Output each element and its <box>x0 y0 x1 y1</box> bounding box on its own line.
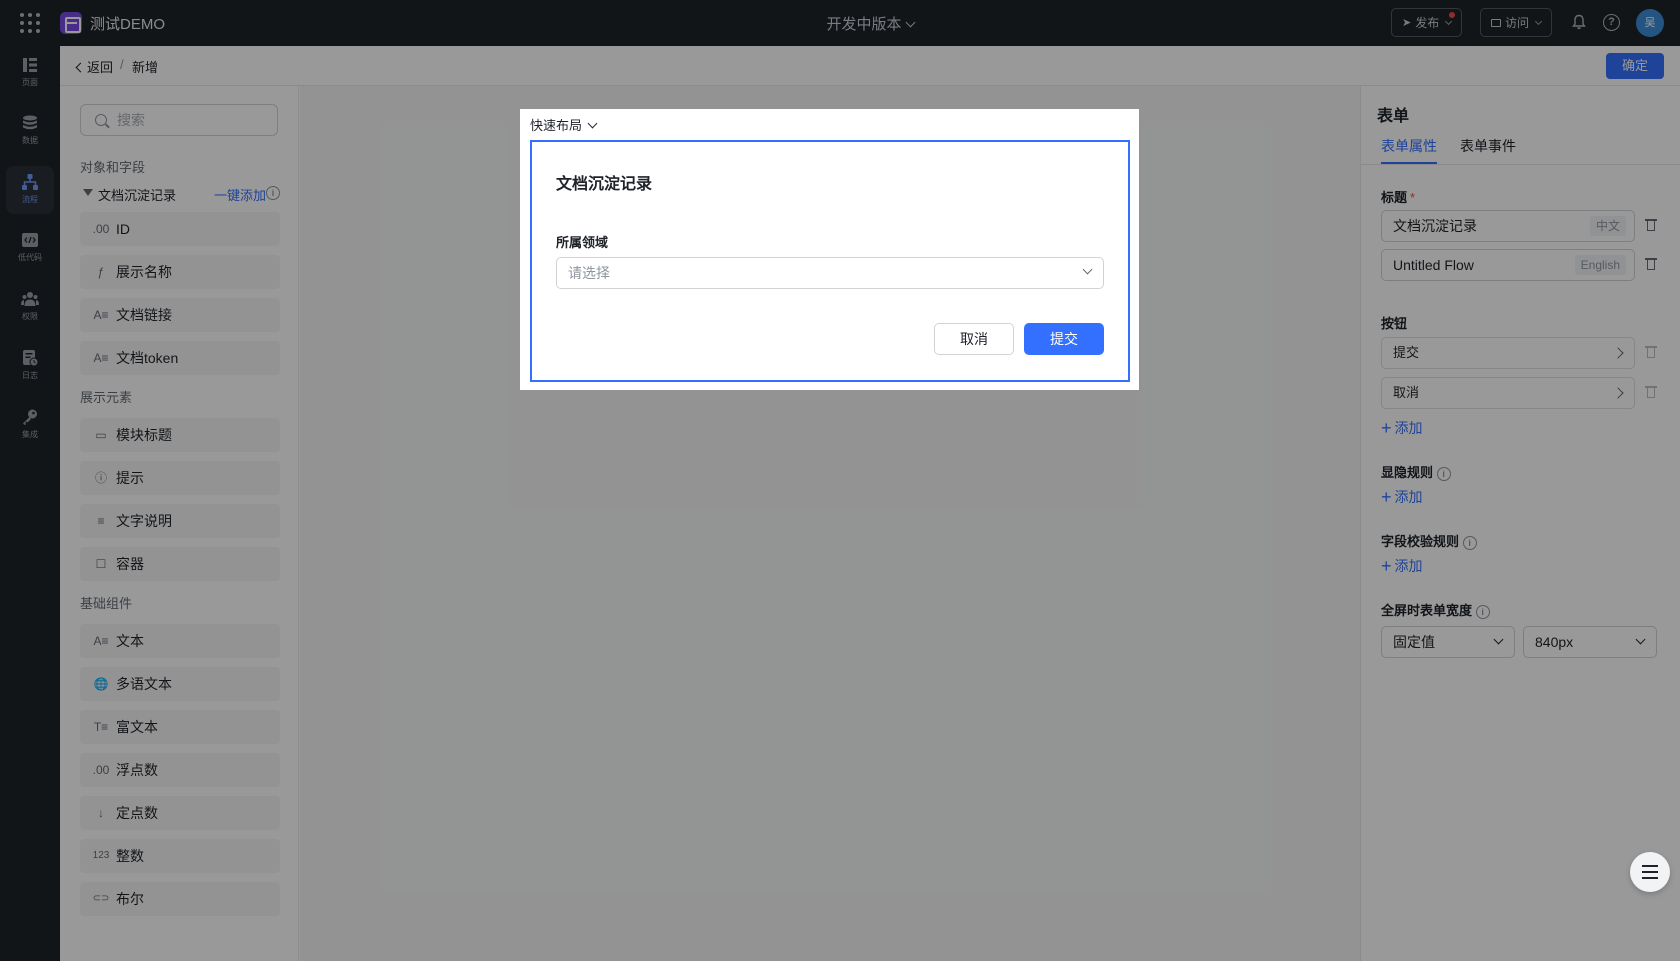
submit-button[interactable]: 提交 <box>1024 323 1104 355</box>
field-label-domain: 所属领域 <box>556 235 609 250</box>
domain-select[interactable]: 请选择 <box>556 257 1104 289</box>
menu-float-button[interactable] <box>1630 852 1670 892</box>
quick-layout-label: 快速布局 <box>530 118 583 133</box>
quick-layout-dialog: 快速布局 文档沉淀记录 所属领域 请选择 取消 提交 <box>520 109 1139 390</box>
quick-layout-dropdown[interactable]: 快速布局 <box>530 115 598 134</box>
form-preview: 文档沉淀记录 所属领域 请选择 取消 提交 <box>530 140 1130 382</box>
chevron-down-icon <box>1082 264 1093 275</box>
domain-select-placeholder: 请选择 <box>568 265 610 281</box>
chevron-down-icon <box>587 118 598 129</box>
form-title: 文档沉淀记录 <box>556 176 653 193</box>
cancel-button[interactable]: 取消 <box>934 323 1014 355</box>
